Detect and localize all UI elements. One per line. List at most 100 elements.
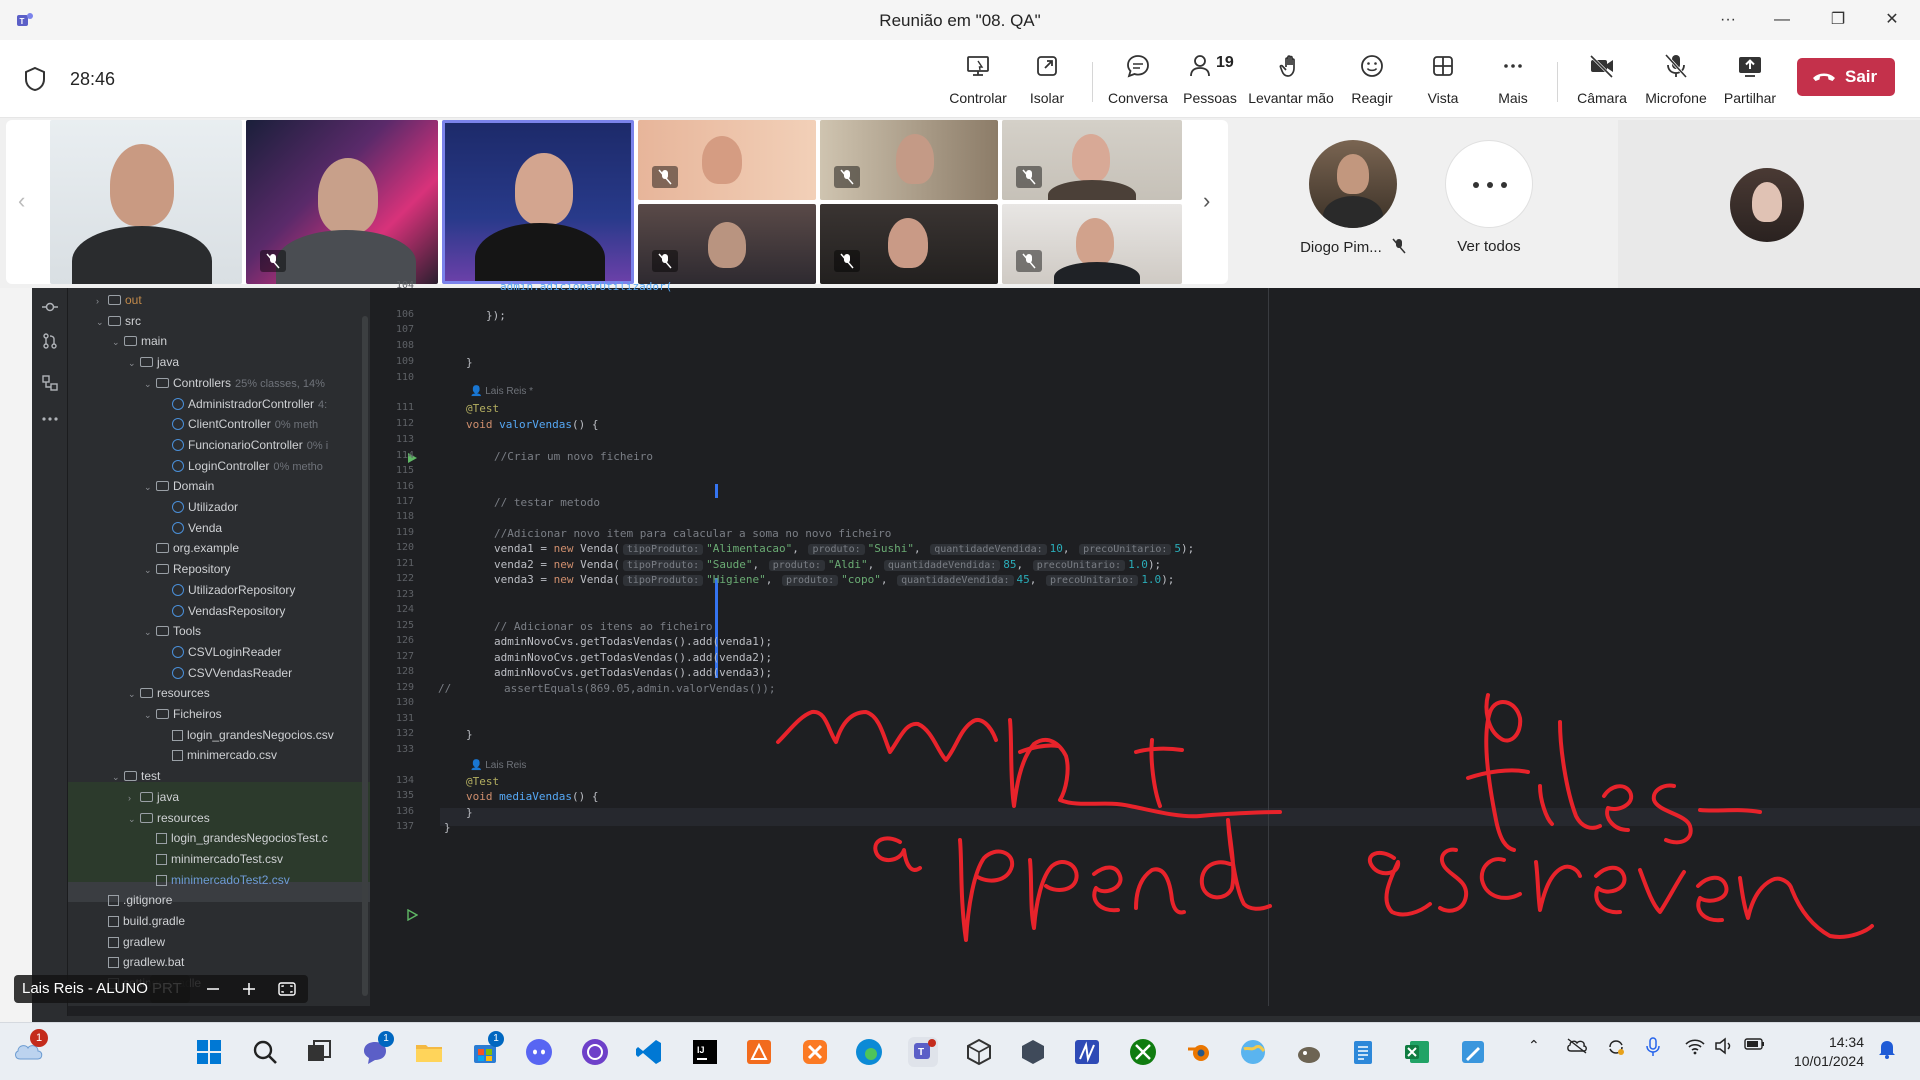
chevron-icon[interactable]: ›: [128, 788, 140, 808]
tree-item-folder[interactable]: › out: [96, 290, 142, 310]
tree-scrollbar[interactable]: [362, 316, 368, 996]
start-icon[interactable]: [194, 1037, 224, 1067]
chevron-icon[interactable]: ⌄: [112, 767, 124, 787]
chevron-icon[interactable]: ⌄: [128, 353, 140, 373]
tree-item-class[interactable]: UtilizadorRepository: [160, 580, 295, 600]
gimp-icon[interactable]: [1294, 1037, 1324, 1067]
vscode-icon[interactable]: [634, 1037, 664, 1067]
zoom-out-icon[interactable]: [206, 982, 220, 996]
tree-item-class[interactable]: ClientController 0% meth: [160, 414, 318, 434]
tree-item-class[interactable]: Venda: [160, 518, 222, 538]
more-options-button[interactable]: ···: [1708, 8, 1748, 32]
fit-screen-icon[interactable]: [278, 982, 296, 996]
store-icon[interactable]: 1: [470, 1031, 504, 1067]
tree-item-file[interactable]: build.gradle: [96, 911, 185, 931]
github-desktop-icon[interactable]: [580, 1037, 610, 1067]
close-button[interactable]: ✕: [1872, 8, 1912, 32]
teams-chat-icon[interactable]: 1: [360, 1031, 394, 1067]
view-button[interactable]: Vista: [1418, 52, 1468, 112]
tree-item-class[interactable]: AdministradorController 4:: [160, 394, 327, 414]
pull-requests-icon[interactable]: [41, 332, 59, 350]
people-button[interactable]: 19 Pessoas: [1180, 52, 1240, 112]
participant-video[interactable]: [246, 120, 438, 284]
tree-item-class[interactable]: FuncionarioController 0% i: [160, 435, 328, 455]
app-icon-hex[interactable]: [1018, 1037, 1048, 1067]
tree-item-file[interactable]: login_grandesNegociosTest.c: [144, 828, 328, 848]
chevron-icon[interactable]: ⌄: [128, 809, 140, 829]
participant-video[interactable]: [638, 204, 816, 284]
chevron-icon[interactable]: ⌄: [128, 684, 140, 704]
react-button[interactable]: Reagir: [1346, 52, 1398, 112]
sync-icon[interactable]: [1606, 1037, 1626, 1060]
app-icon-orange[interactable]: [744, 1037, 774, 1067]
participant-video[interactable]: [50, 120, 242, 284]
tree-item-file[interactable]: minimercadoTest.csv: [144, 849, 283, 869]
tree-item-file[interactable]: minimercadoTest2.csv: [144, 870, 290, 890]
tree-item-folder[interactable]: ⌄ Domain: [144, 476, 214, 496]
tree-item-class[interactable]: Utilizador: [160, 497, 238, 517]
app-icon-blue[interactable]: [1072, 1037, 1102, 1067]
tree-item-file[interactable]: login_grandesNegocios.csv: [160, 725, 334, 745]
wifi-icon[interactable]: [1684, 1037, 1706, 1058]
tree-item-class[interactable]: VendasRepository: [160, 601, 285, 621]
chevron-icon[interactable]: ⌄: [144, 560, 156, 580]
tree-item-folder[interactable]: ⌄ src: [96, 311, 141, 331]
participant-video[interactable]: [1002, 204, 1182, 284]
chevron-icon[interactable]: ⌄: [144, 622, 156, 642]
pop-out-button[interactable]: Isolar: [1022, 52, 1072, 112]
volume-icon[interactable]: [1714, 1037, 1734, 1058]
task-view-icon[interactable]: [304, 1037, 334, 1067]
commit-icon[interactable]: [41, 298, 59, 316]
tree-item-file[interactable]: minimercado.csv: [160, 745, 277, 765]
blender-icon[interactable]: [1184, 1037, 1214, 1067]
tree-item-folder[interactable]: › java: [128, 787, 179, 807]
zoom-in-icon[interactable]: [242, 982, 256, 996]
see-all-button[interactable]: Ver todos: [1442, 140, 1536, 255]
discord-icon[interactable]: [524, 1037, 554, 1067]
tree-item-folder[interactable]: ⌄ resources: [128, 683, 210, 703]
chevron-icon[interactable]: ›: [96, 291, 108, 311]
tree-item-class[interactable]: CSVLoginReader: [160, 642, 281, 662]
xampp-icon[interactable]: [800, 1037, 830, 1067]
excel-icon[interactable]: [1402, 1037, 1432, 1067]
weather-widget[interactable]: 1: [12, 1029, 48, 1065]
tree-item-folder[interactable]: ⌄ java: [128, 352, 179, 372]
notepad-icon[interactable]: [1348, 1037, 1378, 1067]
tree-item-file[interactable]: gradlew.bat: [96, 952, 184, 972]
mic-icon[interactable]: [1646, 1037, 1660, 1060]
tree-item-file[interactable]: gradlew: [96, 932, 165, 952]
participant-video[interactable]: [820, 120, 998, 200]
restore-button[interactable]: ❐: [1818, 8, 1858, 32]
camera-button[interactable]: Câmara: [1574, 52, 1630, 112]
xbox-icon[interactable]: [1128, 1037, 1158, 1067]
tree-item-folder[interactable]: ⌄ Tools: [144, 621, 201, 641]
onedrive-icon[interactable]: [1566, 1037, 1588, 1058]
show-hidden-icons[interactable]: ⌃: [1528, 1037, 1540, 1054]
tree-item-folder[interactable]: ⌄ test: [112, 766, 160, 786]
tree-item-folder[interactable]: ⌄ main: [112, 331, 167, 351]
notifications-bell-icon[interactable]: [1878, 1039, 1896, 1062]
intellij-icon[interactable]: IJ: [690, 1037, 720, 1067]
control-button[interactable]: Controlar: [948, 52, 1008, 112]
participant-video[interactable]: [638, 120, 816, 200]
file-explorer-icon[interactable]: [414, 1037, 444, 1067]
chevron-icon[interactable]: ⌄: [144, 705, 156, 725]
participant-video-active[interactable]: [442, 120, 634, 284]
gallery-prev-icon[interactable]: ‹: [18, 188, 25, 214]
battery-icon[interactable]: [1744, 1037, 1766, 1054]
tree-item-folder[interactable]: ⌄ Repository: [144, 559, 230, 579]
app-icon-globe[interactable]: [1238, 1037, 1268, 1067]
leave-button[interactable]: Sair: [1797, 58, 1895, 96]
tree-item-class[interactable]: LoginController 0% metho: [160, 456, 323, 476]
tree-item-folder[interactable]: org.example: [144, 538, 239, 558]
teams-new-icon[interactable]: T: [908, 1037, 938, 1067]
chevron-icon[interactable]: ⌄: [96, 312, 108, 332]
chevron-icon[interactable]: ⌄: [112, 332, 124, 352]
paint-icon[interactable]: [1458, 1037, 1488, 1067]
roster-participant[interactable]: Diogo Pim...: [1290, 140, 1416, 256]
chevron-icon[interactable]: ⌄: [144, 374, 156, 394]
share-button[interactable]: Partilhar: [1722, 52, 1778, 112]
tree-item-folder[interactable]: ⌄ Ficheiros: [144, 704, 222, 724]
search-icon[interactable]: [250, 1037, 280, 1067]
chat-button[interactable]: Conversa: [1106, 52, 1170, 112]
